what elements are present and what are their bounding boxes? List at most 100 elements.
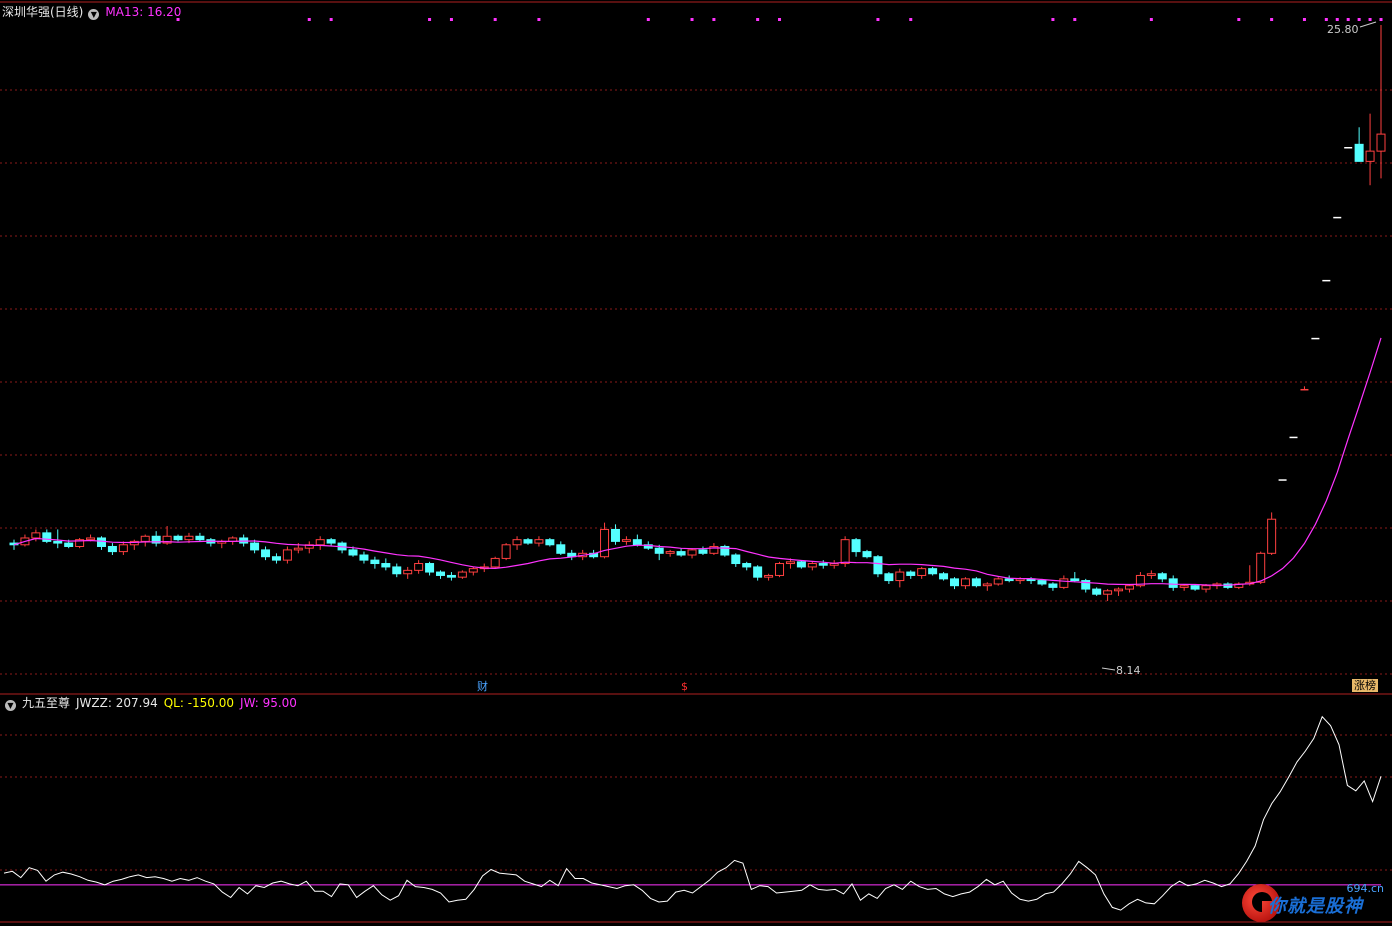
candle-body [512, 539, 522, 546]
candle-body [676, 551, 686, 556]
candle-body [775, 563, 785, 576]
candle-body [1190, 585, 1200, 590]
candle-body [1048, 583, 1058, 588]
candle-body [271, 556, 281, 561]
candle-body [807, 563, 817, 568]
candle-body [610, 528, 620, 542]
signal-dot [876, 18, 880, 21]
candle-body [687, 549, 697, 556]
jw-value: JW: 95.00 [240, 696, 297, 710]
signal-dot [646, 18, 650, 21]
signal-dot [756, 18, 760, 21]
candle-body [1037, 580, 1047, 585]
candle-body [250, 542, 260, 551]
candle-body [392, 566, 402, 575]
candle-body [1354, 143, 1364, 162]
candle-body [742, 563, 752, 568]
candle-body [1376, 133, 1386, 152]
candle-body [796, 561, 806, 568]
candle-body [895, 571, 905, 582]
candle-body [939, 573, 949, 580]
signal-dot [428, 18, 432, 21]
candle-body [971, 578, 981, 587]
dividend-event-icon[interactable]: $ [681, 680, 688, 693]
candle-body [261, 549, 271, 558]
candle-body [403, 569, 413, 575]
candle-body [1114, 588, 1124, 592]
candle-body [917, 568, 927, 576]
candle-body [753, 566, 763, 578]
candle-body [928, 568, 938, 575]
watermark-logo: 你就是股神 694.cn [1242, 882, 1388, 924]
candle-body [140, 535, 150, 542]
candle-body [107, 545, 117, 553]
candle-body [282, 549, 292, 561]
candle-body [293, 547, 303, 551]
signal-dot [909, 18, 913, 21]
candle-body [764, 574, 774, 578]
ma-label: MA13: 16.20 [105, 5, 182, 19]
candle-body [621, 539, 631, 542]
candle-body [840, 539, 850, 565]
candle-body [1070, 578, 1080, 582]
candle-body [993, 578, 1003, 585]
kline-chart[interactable] [0, 0, 1392, 926]
candle-body [195, 535, 205, 541]
candle-body [64, 542, 74, 547]
low-price-marker: 8.14 [1116, 664, 1141, 677]
jwzz-line [3, 715, 1382, 911]
candle-body [53, 540, 63, 544]
candle-body [1365, 150, 1375, 162]
candle-body [654, 547, 664, 554]
candle-body [1157, 573, 1167, 580]
watermark-domain: 694.cn [1346, 882, 1384, 895]
candle-body [414, 563, 424, 571]
signal-dot [712, 18, 716, 21]
signal-dot [778, 18, 782, 21]
candle-body [949, 578, 959, 587]
candle-body [184, 535, 194, 541]
signal-dot [493, 18, 497, 21]
indicator-dropdown-icon[interactable]: ▼ [5, 700, 16, 711]
candle-body [982, 583, 992, 587]
candle-body [1124, 585, 1134, 590]
jwzz-value: JWZZ: 207.94 [76, 696, 158, 710]
settings-dropdown-icon[interactable]: ▼ [88, 9, 100, 20]
signal-dot [449, 18, 453, 21]
candle-body [315, 539, 325, 546]
signal-dot [1357, 18, 1361, 21]
candle-body [96, 537, 106, 547]
signal-dot [1379, 18, 1383, 21]
candle-body [1146, 573, 1156, 576]
candle-body [1267, 518, 1277, 554]
candle-body [632, 539, 642, 546]
candle-body [348, 549, 358, 556]
limit-up-badge[interactable]: 涨榜 [1352, 679, 1378, 692]
indicator-name[interactable]: 九五至尊 [22, 696, 70, 710]
candle-body [31, 532, 41, 539]
candle-body [118, 544, 128, 553]
candle-body [436, 571, 446, 576]
candle-body [1103, 590, 1113, 595]
candle-body [862, 551, 872, 558]
candle-body [1059, 578, 1069, 588]
finance-event-icon[interactable]: 财 [477, 680, 488, 693]
signal-dot [1368, 18, 1372, 21]
signal-dot [1335, 18, 1339, 21]
candle-body [534, 539, 544, 544]
candle-body [457, 571, 467, 578]
candle-body [906, 571, 916, 576]
candle-body [490, 557, 500, 568]
candle-body [600, 528, 610, 558]
candle-body [370, 559, 380, 565]
stock-title[interactable]: 深圳华强(日线) [2, 5, 83, 19]
candle-body [359, 554, 369, 561]
ql-value: QL: -150.00 [163, 696, 235, 710]
candle-body [86, 537, 96, 541]
candle-body [873, 556, 883, 575]
candle-body [468, 568, 478, 573]
main-panel-header: 深圳华强(日线) ▼ MA13: 16.20 [2, 4, 187, 20]
signal-dot [329, 18, 333, 21]
candle-body [446, 574, 456, 578]
candle-body [785, 561, 795, 565]
